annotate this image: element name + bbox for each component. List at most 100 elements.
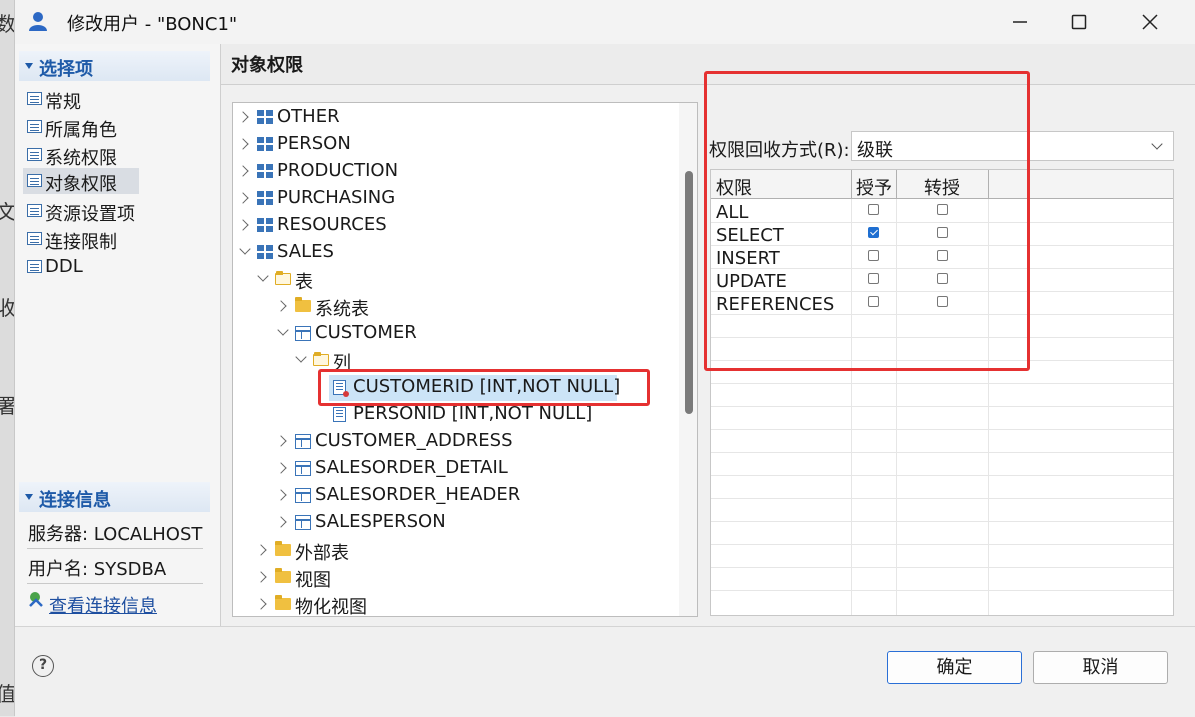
schema-icon — [257, 218, 273, 233]
scrollbar-thumb[interactable] — [685, 171, 693, 414]
tree-node-views[interactable]: 视图 — [233, 565, 673, 591]
chevron-right-icon[interactable] — [237, 111, 249, 123]
server-info: 服务器: LOCALHOST — [27, 516, 203, 549]
section-title: 连接信息 — [39, 490, 111, 511]
page-icon — [27, 148, 42, 161]
grid-row-line — [711, 406, 1173, 407]
chevron-right-icon[interactable] — [275, 300, 287, 312]
tree-node-label: 外部表 — [295, 543, 349, 564]
tree-node-label: PURCHASING — [277, 187, 396, 208]
close-button[interactable] — [1116, 0, 1184, 44]
title-bar[interactable]: 修改用户 - "BONC1" — [15, 0, 1195, 44]
tree-node-label: 表 — [295, 272, 313, 293]
tree-node-customer[interactable]: CUSTOMER — [233, 321, 673, 347]
chevron-right-icon[interactable] — [237, 192, 249, 204]
grid-row-line — [711, 590, 1173, 591]
tree-node-label: SALESPERSON — [315, 511, 446, 532]
table-icon — [295, 515, 311, 530]
nav-item-system-privileges[interactable]: 系统权限 — [23, 142, 143, 169]
chevron-right-icon[interactable] — [275, 516, 287, 528]
tree-node-salesperson[interactable]: SALESPERSON — [233, 510, 673, 536]
tree-node-label: SALESORDER_HEADER — [315, 484, 521, 505]
modify-user-dialog: 修改用户 - "BONC1" 选择项 常规 所属角色 系统权限 对象权限 资源设… — [14, 0, 1195, 717]
nav-item-connection-limits[interactable]: 连接限制 — [23, 226, 143, 253]
nav-item-ddl[interactable]: DDL — [23, 254, 143, 280]
nav-item-object-privileges[interactable]: 对象权限 — [23, 168, 139, 195]
ok-button[interactable]: 确定 — [887, 651, 1022, 684]
tree-node-tables-folder[interactable]: 表 — [233, 267, 673, 293]
tree-node-other[interactable]: OTHER — [233, 105, 673, 131]
chevron-right-icon[interactable] — [275, 462, 287, 474]
tree-node-materialized-views[interactable]: 物化视图 — [233, 592, 673, 616]
page-icon — [27, 174, 42, 187]
tree-node-production[interactable]: PRODUCTION — [233, 159, 673, 185]
nav-item-general[interactable]: 常规 — [23, 86, 143, 113]
nav-item-label: 资源设置项 — [45, 204, 135, 225]
view-connection-info-link[interactable]: 查看连接信息 — [49, 592, 157, 618]
page-title: 对象权限 — [231, 55, 303, 76]
nav-item-resource-settings[interactable]: 资源设置项 — [23, 198, 153, 225]
page-icon — [27, 232, 42, 245]
folder-open-icon — [313, 352, 329, 366]
tree-node-salesorder-header[interactable]: SALESORDER_HEADER — [233, 483, 673, 509]
cancel-button[interactable]: 取消 — [1033, 651, 1168, 684]
chevron-right-icon[interactable] — [255, 544, 267, 556]
page-icon — [27, 120, 42, 133]
highlight-box — [318, 369, 650, 406]
connection-info-icon — [29, 592, 43, 607]
tree-node-purchasing[interactable]: PURCHASING — [233, 186, 673, 212]
schema-icon — [257, 245, 273, 260]
user-icon — [29, 12, 47, 31]
tree-node-salesorder-detail[interactable]: SALESORDER_DETAIL — [233, 456, 673, 482]
chevron-down-icon — [1151, 138, 1163, 150]
chevron-down-icon[interactable] — [277, 324, 289, 336]
tree-node-label: 系统表 — [315, 299, 369, 320]
tree-node-system-tables[interactable]: 系统表 — [233, 294, 673, 320]
chevron-right-icon[interactable] — [275, 489, 287, 501]
close-icon — [1142, 14, 1158, 30]
left-nav-panel: 选择项 常规 所属角色 系统权限 对象权限 资源设置项 连接限制 DDL 连接信… — [15, 44, 221, 626]
tree-node-customer-address[interactable]: CUSTOMER_ADDRESS — [233, 429, 673, 455]
chevron-right-icon[interactable] — [275, 435, 287, 447]
highlight-box — [704, 71, 1030, 371]
maximize-icon — [1071, 14, 1087, 30]
table-icon — [295, 488, 311, 503]
help-icon[interactable]: ? — [32, 655, 54, 677]
object-tree[interactable]: OTHER PERSON PRODUCTION PURCHASING RESOU… — [232, 102, 698, 617]
chevron-right-icon[interactable] — [237, 219, 249, 231]
tree-node-label: OTHER — [277, 106, 340, 127]
maximize-button[interactable] — [1045, 0, 1113, 44]
tree-node-sales[interactable]: SALES — [233, 240, 673, 266]
minimize-button[interactable] — [986, 0, 1054, 44]
chevron-right-icon[interactable] — [237, 165, 249, 177]
grid-row-line — [711, 521, 1173, 522]
schema-icon — [257, 191, 273, 206]
window-title: 修改用户 - "BONC1" — [67, 14, 238, 35]
nav-item-roles[interactable]: 所属角色 — [23, 114, 143, 141]
background-window-strip: 数 文 收 署 值 — [0, 0, 16, 716]
chevron-down-icon[interactable] — [295, 351, 307, 363]
connection-section-header[interactable]: 连接信息 — [19, 482, 210, 512]
table-icon — [295, 461, 311, 476]
selection-section-header[interactable]: 选择项 — [19, 51, 210, 81]
chevron-right-icon[interactable] — [237, 138, 249, 150]
tree-node-label: CUSTOMER — [315, 322, 417, 343]
grid-row-line — [711, 452, 1173, 453]
schema-icon — [257, 164, 273, 179]
chevron-right-icon[interactable] — [255, 571, 267, 583]
page-icon — [27, 92, 42, 105]
nav-item-label: 常规 — [45, 92, 81, 113]
chevron-down-icon[interactable] — [239, 243, 251, 255]
chevron-right-icon[interactable] — [255, 598, 267, 610]
tree-node-external-tables[interactable]: 外部表 — [233, 538, 673, 564]
tree-scrollbar[interactable] — [679, 103, 697, 616]
tree-node-person[interactable]: PERSON — [233, 132, 673, 158]
minimize-icon — [1013, 21, 1027, 23]
folder-open-icon — [275, 271, 291, 285]
chevron-down-icon[interactable] — [257, 270, 269, 282]
username-text: 用户名: SYSDBA — [28, 559, 167, 580]
nav-item-label: 对象权限 — [45, 174, 117, 195]
grid-row-line — [711, 429, 1173, 430]
schema-icon — [257, 110, 273, 125]
tree-node-resources[interactable]: RESOURCES — [233, 213, 673, 239]
